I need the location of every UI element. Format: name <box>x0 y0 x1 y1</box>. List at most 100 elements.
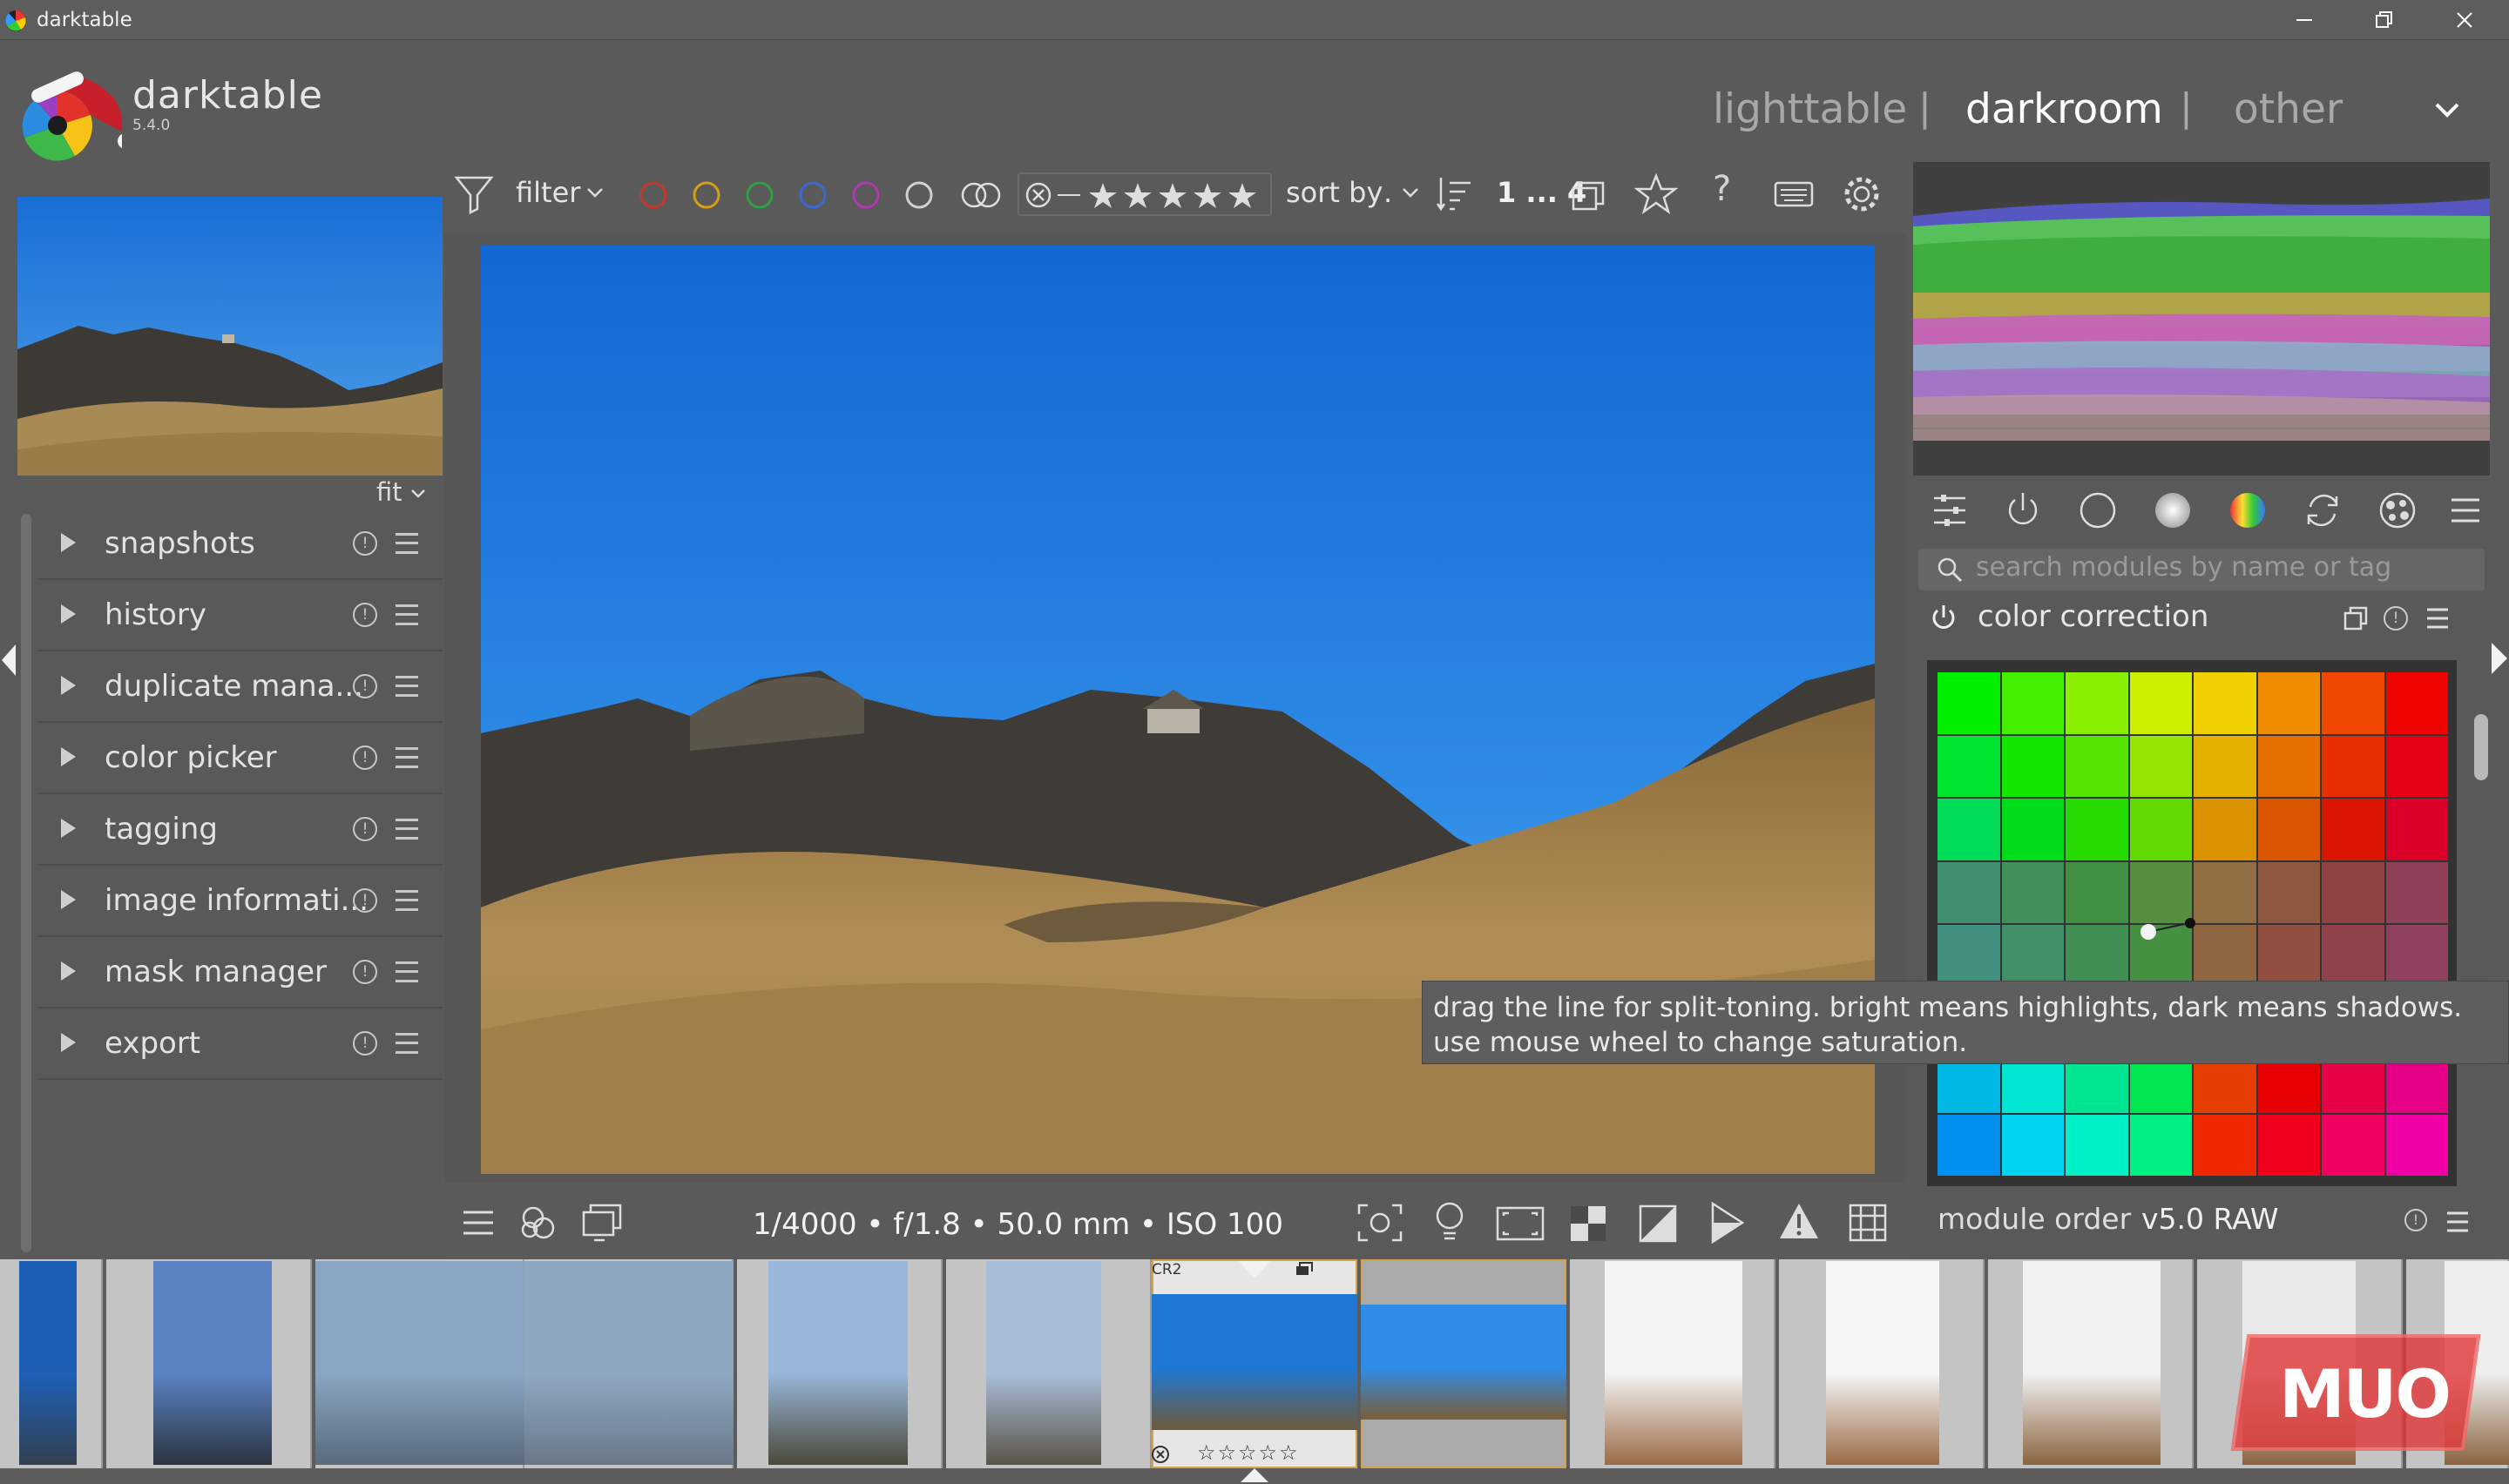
chevron-down-icon[interactable] <box>2434 101 2460 118</box>
presets-menu-icon[interactable] <box>396 961 418 982</box>
lightbulb-icon[interactable] <box>1430 1198 1469 1245</box>
presets-menu-icon[interactable] <box>396 819 418 840</box>
rating-filter[interactable] <box>1018 172 1272 216</box>
minimize-button[interactable] <box>2265 0 2343 40</box>
module-reset-icon[interactable]: ! <box>2384 606 2408 631</box>
softproof-icon[interactable] <box>1708 1200 1748 1245</box>
second-window-icon[interactable] <box>580 1202 624 1244</box>
split-toning-handles[interactable] <box>1927 660 2457 1186</box>
thumbnail-image <box>1605 1261 1742 1465</box>
thumbnail-star-rating[interactable]: ☆☆☆☆☆ <box>1197 1440 1300 1465</box>
module-tagging[interactable]: tagging! <box>38 794 443 866</box>
info-icon[interactable]: ! <box>353 603 377 627</box>
gamut-check-icon[interactable] <box>1777 1200 1821 1242</box>
info-icon[interactable]: ! <box>353 674 377 698</box>
help-icon[interactable]: ? <box>1713 169 1731 209</box>
base-group-icon[interactable] <box>2077 489 2119 531</box>
info-icon[interactable]: ! <box>353 745 377 770</box>
chevron-down-icon[interactable] <box>1401 186 1420 200</box>
color-label-icon[interactable] <box>852 181 880 209</box>
chevron-down-icon[interactable] <box>585 186 605 200</box>
color-label-filters[interactable] <box>636 178 1002 212</box>
gear-icon[interactable] <box>1840 172 1883 216</box>
left-panel-toggle-icon[interactable] <box>0 643 17 678</box>
color-label-icon[interactable] <box>639 181 667 209</box>
module-label: mask manager <box>105 954 327 989</box>
minimize-icon <box>2296 19 2312 21</box>
presets-menu-icon[interactable] <box>396 533 418 554</box>
raw-overexposed-icon[interactable] <box>1638 1204 1678 1244</box>
module-image-information[interactable]: image informati...! <box>38 866 443 937</box>
module-history[interactable]: history! <box>38 580 443 651</box>
title-bar: darktable <box>0 0 2509 40</box>
left-panel-scrollbar[interactable] <box>21 514 31 1252</box>
quick-access-menu-icon[interactable] <box>460 1205 497 1240</box>
close-button[interactable] <box>2425 0 2504 40</box>
module-mask-manager[interactable]: mask manager! <box>38 937 443 1008</box>
reject-icon[interactable] <box>1150 1444 1171 1465</box>
quick-access-panel-icon[interactable] <box>1931 489 1969 533</box>
color-group-icon[interactable] <box>2227 489 2269 531</box>
presets-menu-icon[interactable] <box>396 890 418 911</box>
close-icon <box>2457 12 2472 28</box>
restore-button[interactable] <box>2345 0 2424 40</box>
info-icon[interactable]: ! <box>353 817 377 841</box>
right-panel-toggle-icon[interactable] <box>2490 641 2509 676</box>
module-presets-menu-icon[interactable] <box>2448 493 2483 528</box>
filter-icon[interactable] <box>453 172 495 214</box>
histogram[interactable] <box>1913 162 2490 476</box>
expand-arrow-icon <box>61 604 76 624</box>
module-power-icon[interactable] <box>1929 603 1958 632</box>
sort-value[interactable]: . <box>1383 176 1392 209</box>
info-icon[interactable]: ! <box>353 1031 377 1056</box>
keyboard-icon[interactable] <box>1774 179 1814 209</box>
view-darkroom[interactable]: darkroom <box>1965 85 2163 133</box>
sort-by-label: sort by <box>1286 176 1383 209</box>
bottom-panel-toggle-icon[interactable] <box>1239 1467 1270 1484</box>
info-icon[interactable]: ! <box>2404 1209 2427 1231</box>
view-other[interactable]: other <box>2234 85 2343 133</box>
info-icon[interactable]: ! <box>353 531 377 556</box>
module-duplicate-manager[interactable]: duplicate mana...! <box>38 651 443 723</box>
right-panel-scrollbar[interactable] <box>2474 714 2488 780</box>
module-color-picker[interactable]: color picker! <box>38 723 443 794</box>
guides-grid-icon[interactable] <box>1847 1202 1889 1244</box>
grouping-icon[interactable] <box>1570 178 1608 212</box>
view-lighttable[interactable]: lighttable <box>1713 85 1907 133</box>
color-correction-title[interactable]: color correction <box>1978 599 2208 634</box>
sort-order-icon[interactable] <box>1436 174 1474 214</box>
presets-menu-icon[interactable] <box>396 1033 418 1054</box>
presets-menu-icon[interactable] <box>396 747 418 768</box>
navigation-thumbnail[interactable] <box>17 197 443 476</box>
display-profile-icon[interactable] <box>1495 1205 1545 1242</box>
color-label-icon[interactable] <box>905 181 933 209</box>
info-icon[interactable]: ! <box>353 960 377 984</box>
reject-icon[interactable] <box>1023 179 1054 211</box>
filter-label[interactable]: filter <box>516 176 580 209</box>
styles-icon[interactable] <box>517 1202 559 1244</box>
effect-group-icon[interactable] <box>2377 489 2418 531</box>
thumbnail-image <box>315 1261 524 1465</box>
module-label: history <box>105 597 206 632</box>
module-snapshots[interactable]: snapshots! <box>38 509 443 580</box>
color-label-icon[interactable] <box>799 181 827 209</box>
module-presets-icon[interactable] <box>2424 604 2452 632</box>
presets-menu-icon[interactable] <box>396 604 418 625</box>
color-label-operator-icon[interactable] <box>961 182 1001 208</box>
overexposed-icon[interactable] <box>1568 1204 1608 1244</box>
star-icon[interactable] <box>1634 172 1678 216</box>
tone-group-icon[interactable] <box>2152 489 2194 531</box>
info-icon[interactable]: ! <box>353 888 377 913</box>
zoom-fit-dropdown[interactable]: fit <box>376 477 426 507</box>
thumbnail-image <box>2023 1261 2161 1465</box>
module-export[interactable]: export! <box>38 1008 443 1080</box>
presets-menu-icon[interactable] <box>2445 1209 2471 1235</box>
multi-instance-icon[interactable] <box>2342 604 2370 632</box>
power-icon[interactable] <box>2002 489 2044 531</box>
focus-peaking-icon[interactable] <box>1356 1202 1404 1244</box>
star-rating-icon[interactable] <box>1058 179 1270 211</box>
color-label-icon[interactable] <box>746 181 774 209</box>
color-label-icon[interactable] <box>693 181 720 209</box>
presets-menu-icon[interactable] <box>396 676 418 697</box>
correct-group-icon[interactable] <box>2302 489 2343 531</box>
